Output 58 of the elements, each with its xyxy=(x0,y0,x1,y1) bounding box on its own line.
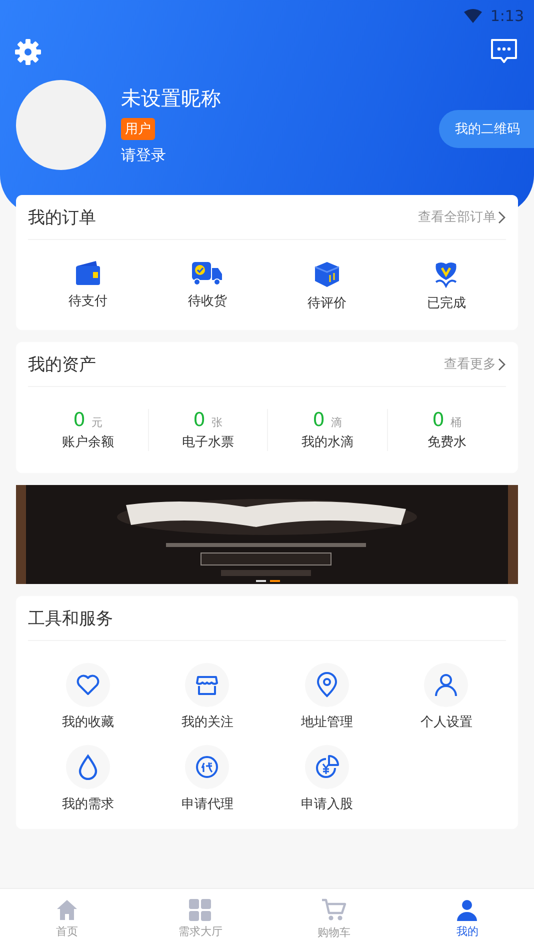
order-status-label[interactable]: 待收货 xyxy=(188,292,227,310)
asset-unit: 元 xyxy=(91,415,102,430)
location-pin-icon xyxy=(316,672,338,698)
section-title: 我的资产 xyxy=(28,354,96,376)
service-label[interactable]: 我的关注 xyxy=(181,713,234,731)
service-label[interactable]: 地址管理 xyxy=(300,713,353,731)
service-label[interactable]: 申请代理 xyxy=(181,795,234,813)
wallet-icon xyxy=(74,260,102,286)
asset-value: 0 xyxy=(73,409,86,431)
icon-circle[interactable] xyxy=(304,745,349,789)
asset-unit: 桶 xyxy=(450,415,462,430)
icon-circle[interactable] xyxy=(66,745,110,789)
section-title: 我的订单 xyxy=(28,206,96,228)
service-label[interactable]: 我的需求 xyxy=(62,795,114,813)
icon-circle[interactable] xyxy=(424,663,468,707)
nickname: 未设置昵称 xyxy=(121,85,221,112)
asset-value: 0 xyxy=(312,409,325,431)
service-label[interactable]: 我的收藏 xyxy=(62,713,114,731)
box-icon xyxy=(312,260,341,288)
section-title: 工具和服务 xyxy=(28,608,113,630)
order-status-label[interactable]: 待支付 xyxy=(68,292,108,310)
agent-seal-icon xyxy=(195,755,220,779)
qr-code-button[interactable]: 我的二维码 xyxy=(439,110,534,148)
asset-unit: 滴 xyxy=(330,415,342,430)
water-drop-icon xyxy=(78,754,98,780)
icon-circle[interactable] xyxy=(185,745,230,789)
service-label[interactable]: 个人设置 xyxy=(420,713,472,731)
icon-circle[interactable] xyxy=(66,663,110,707)
cart-icon xyxy=(320,898,347,922)
user-badge: 用户 xyxy=(121,118,155,140)
storefront-icon xyxy=(195,674,220,696)
login-link[interactable]: 请登录 xyxy=(121,146,221,165)
order-status-label[interactable]: 已完成 xyxy=(426,294,466,312)
home-icon xyxy=(56,899,78,921)
service-label[interactable]: 申请入股 xyxy=(300,795,353,813)
person-icon xyxy=(434,673,458,697)
order-status-label[interactable]: 待评价 xyxy=(307,294,346,312)
icon-circle[interactable] xyxy=(185,663,230,707)
asset-label: 免费水 xyxy=(427,434,466,451)
tab-item[interactable]: 我的 xyxy=(400,889,534,949)
truck-icon xyxy=(191,260,224,286)
asset-label: 账户余额 xyxy=(62,434,114,451)
chevron-right-icon xyxy=(498,210,506,224)
user-icon xyxy=(456,899,478,921)
heart-icon xyxy=(76,674,100,696)
asset-label: 我的水滴 xyxy=(301,434,354,451)
chevron-right-icon xyxy=(498,358,506,370)
asset-label: 电子水票 xyxy=(182,434,234,451)
message-icon[interactable] xyxy=(490,38,518,64)
status-time: 1:13 xyxy=(490,7,524,25)
yen-chart-icon xyxy=(314,754,340,780)
asset-unit: 张 xyxy=(211,415,222,430)
icon-circle[interactable] xyxy=(304,663,349,707)
asset-value: 0 xyxy=(193,409,206,431)
settings-icon[interactable] xyxy=(14,38,42,66)
wifi-icon xyxy=(464,9,482,23)
asset-value: 0 xyxy=(432,409,444,431)
grid-icon xyxy=(189,899,212,921)
